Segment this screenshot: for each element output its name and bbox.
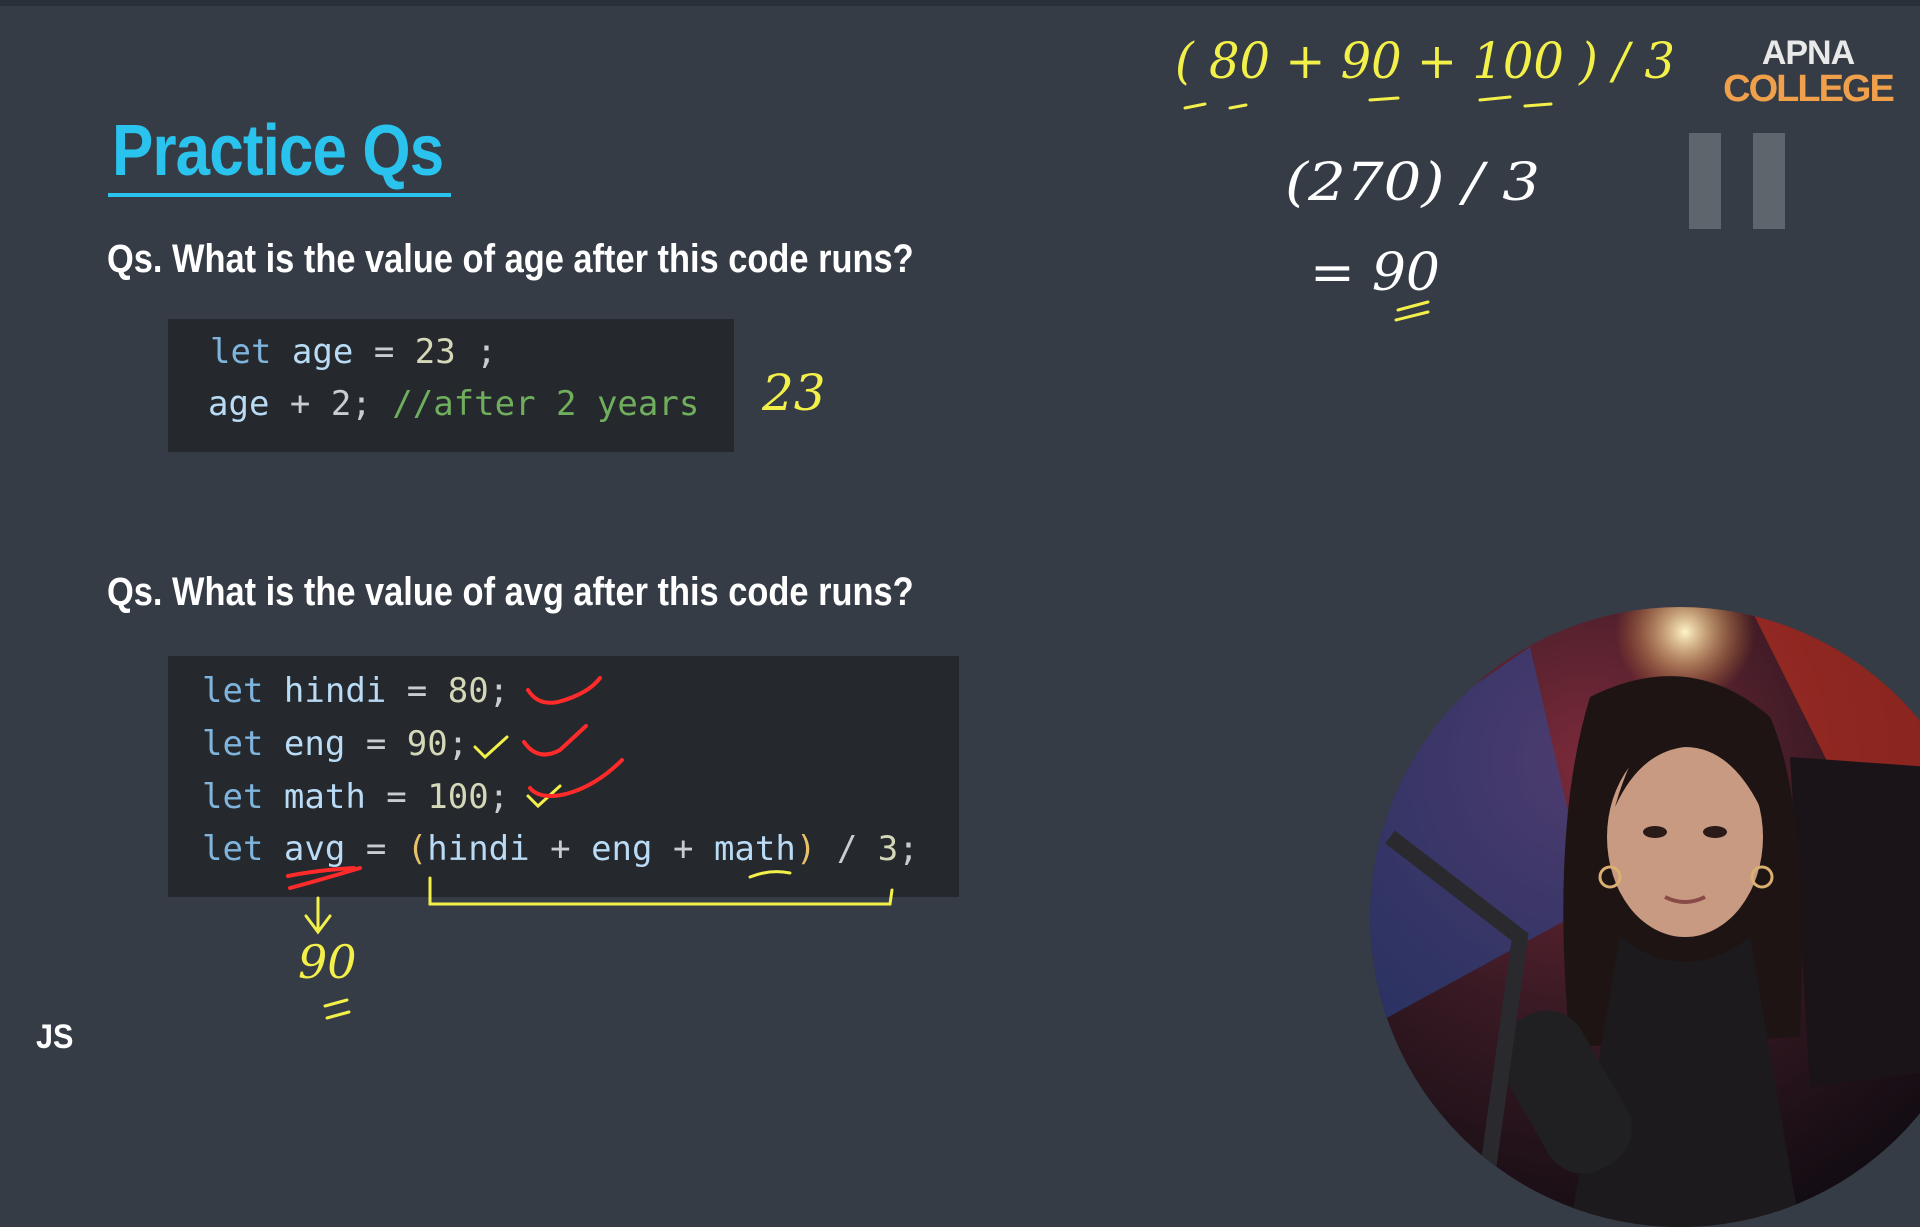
code-line-hindi: let hindi = 80; [202, 674, 509, 708]
code-line-age-declaration: let age = 23 ; [210, 335, 497, 369]
top-bar [0, 0, 1920, 6]
close-paren: ) [795, 829, 817, 869]
code-block-avg: let hindi = 80; let eng = 90; let math =… [168, 656, 959, 897]
operator: = [386, 777, 407, 817]
pause-icon-bar[interactable] [1753, 133, 1785, 229]
identifier: age [291, 332, 354, 372]
working-line-3: = 90 [1310, 243, 1440, 303]
number-literal: 23 [414, 332, 456, 372]
operator: / [836, 829, 858, 869]
working-line-2: (270) / 3 [1285, 153, 1540, 213]
avg-result: 90 [298, 935, 357, 989]
question-2: Qs. What is the value of avg after this … [107, 570, 914, 614]
identifier: avg [283, 829, 346, 869]
keyword: let [210, 332, 272, 372]
number-literal: 90 [406, 724, 448, 764]
number-literal: 3 [877, 829, 899, 869]
title-underline [108, 193, 451, 197]
presenter-image [1370, 607, 1920, 1227]
keyword: let [202, 829, 264, 869]
semicolon: ; [898, 829, 919, 869]
number-literal: 100 [427, 777, 489, 817]
logo-line-1: APNA [1761, 34, 1855, 72]
avg-double-underline [323, 998, 351, 1020]
working-line-1: ( 80 + 90 + 100 ) / 3 [1175, 32, 1675, 90]
semicolon: ; [476, 332, 497, 372]
operator: = [365, 724, 387, 764]
identifier: age [208, 384, 270, 424]
identifier: eng [283, 724, 346, 764]
apna-college-logo: APNA COLLEGE [1722, 34, 1895, 110]
semicolon: ; [488, 777, 510, 817]
footer-js-label: JS [36, 1018, 74, 1056]
keyword: let [202, 724, 264, 764]
double-underline [1394, 300, 1430, 322]
pause-icon[interactable] [1689, 133, 1721, 229]
code-line-eng: let eng = 90; [202, 727, 468, 761]
operator: = [365, 829, 387, 869]
slide-title: Practice Qs [112, 111, 444, 191]
identifier: math [713, 829, 796, 869]
open-paren: ( [406, 829, 428, 869]
operator: + [550, 829, 571, 869]
code-line-math: let math = 100; [202, 780, 509, 814]
identifier: hindi [283, 671, 387, 711]
semicolon: ; [488, 671, 510, 711]
identifier: hindi [427, 829, 530, 869]
operator: = [406, 671, 428, 711]
identifier: math [283, 777, 366, 817]
keyword: let [202, 777, 264, 817]
code-line-age-increment: age + 2; //after 2 years [208, 387, 699, 421]
arrow-down-icon [304, 896, 332, 935]
number-literal: 80 [447, 671, 489, 711]
answer-23: 23 [761, 364, 826, 422]
question-1: Qs. What is the value of age after this … [107, 237, 914, 281]
semicolon: ; [447, 724, 469, 764]
operator: = [373, 332, 395, 372]
keyword: let [202, 671, 264, 711]
code-comment: //after 2 years [392, 384, 700, 424]
code-line-avg: let avg = (hindi + eng + math) / 3; [202, 832, 919, 866]
logo-line-2: COLLEGE [1723, 68, 1895, 110]
presenter-webcam [1370, 607, 1920, 1227]
code-block-age: let age = 23 ; age + 2; //after 2 years [168, 319, 734, 452]
working-underlines [1183, 95, 1553, 110]
expression: + 2; [269, 384, 372, 424]
operator: + [672, 829, 694, 869]
identifier: eng [591, 829, 653, 869]
